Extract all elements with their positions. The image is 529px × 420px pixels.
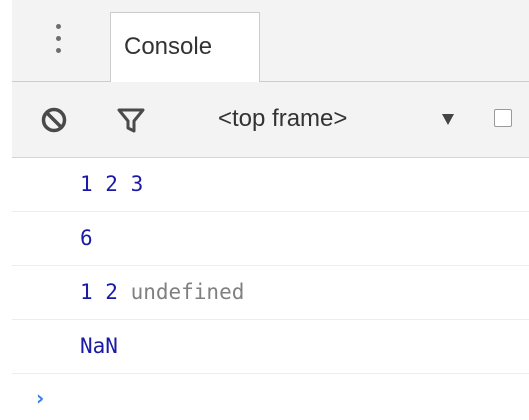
console-message: 1 2 3 <box>12 158 529 212</box>
vertical-dots-icon[interactable] <box>54 24 62 58</box>
console-toolbar: <top frame> <box>12 82 529 158</box>
tab-bar: Console <box>12 0 529 82</box>
console-prompt[interactable]: › <box>12 374 529 420</box>
tab-console[interactable]: Console <box>110 12 260 82</box>
console-message: 6 <box>12 212 529 266</box>
console-output: 1 2 3 6 1 2 undefined NaN › <box>12 158 529 418</box>
preserve-log-checkbox[interactable] <box>494 109 512 127</box>
frame-select[interactable]: <top frame> <box>202 104 472 134</box>
console-message: 1 2 undefined <box>12 266 529 320</box>
caret-down-icon <box>442 114 454 125</box>
clear-console-icon[interactable] <box>40 106 68 134</box>
frame-select-value: <top frame> <box>218 105 348 132</box>
prompt-chevron-icon: › <box>36 386 45 410</box>
console-message-values: 1 2 <box>80 280 131 304</box>
filter-icon[interactable] <box>116 106 146 134</box>
undefined-value: undefined <box>130 280 245 304</box>
console-message: NaN <box>12 320 529 374</box>
